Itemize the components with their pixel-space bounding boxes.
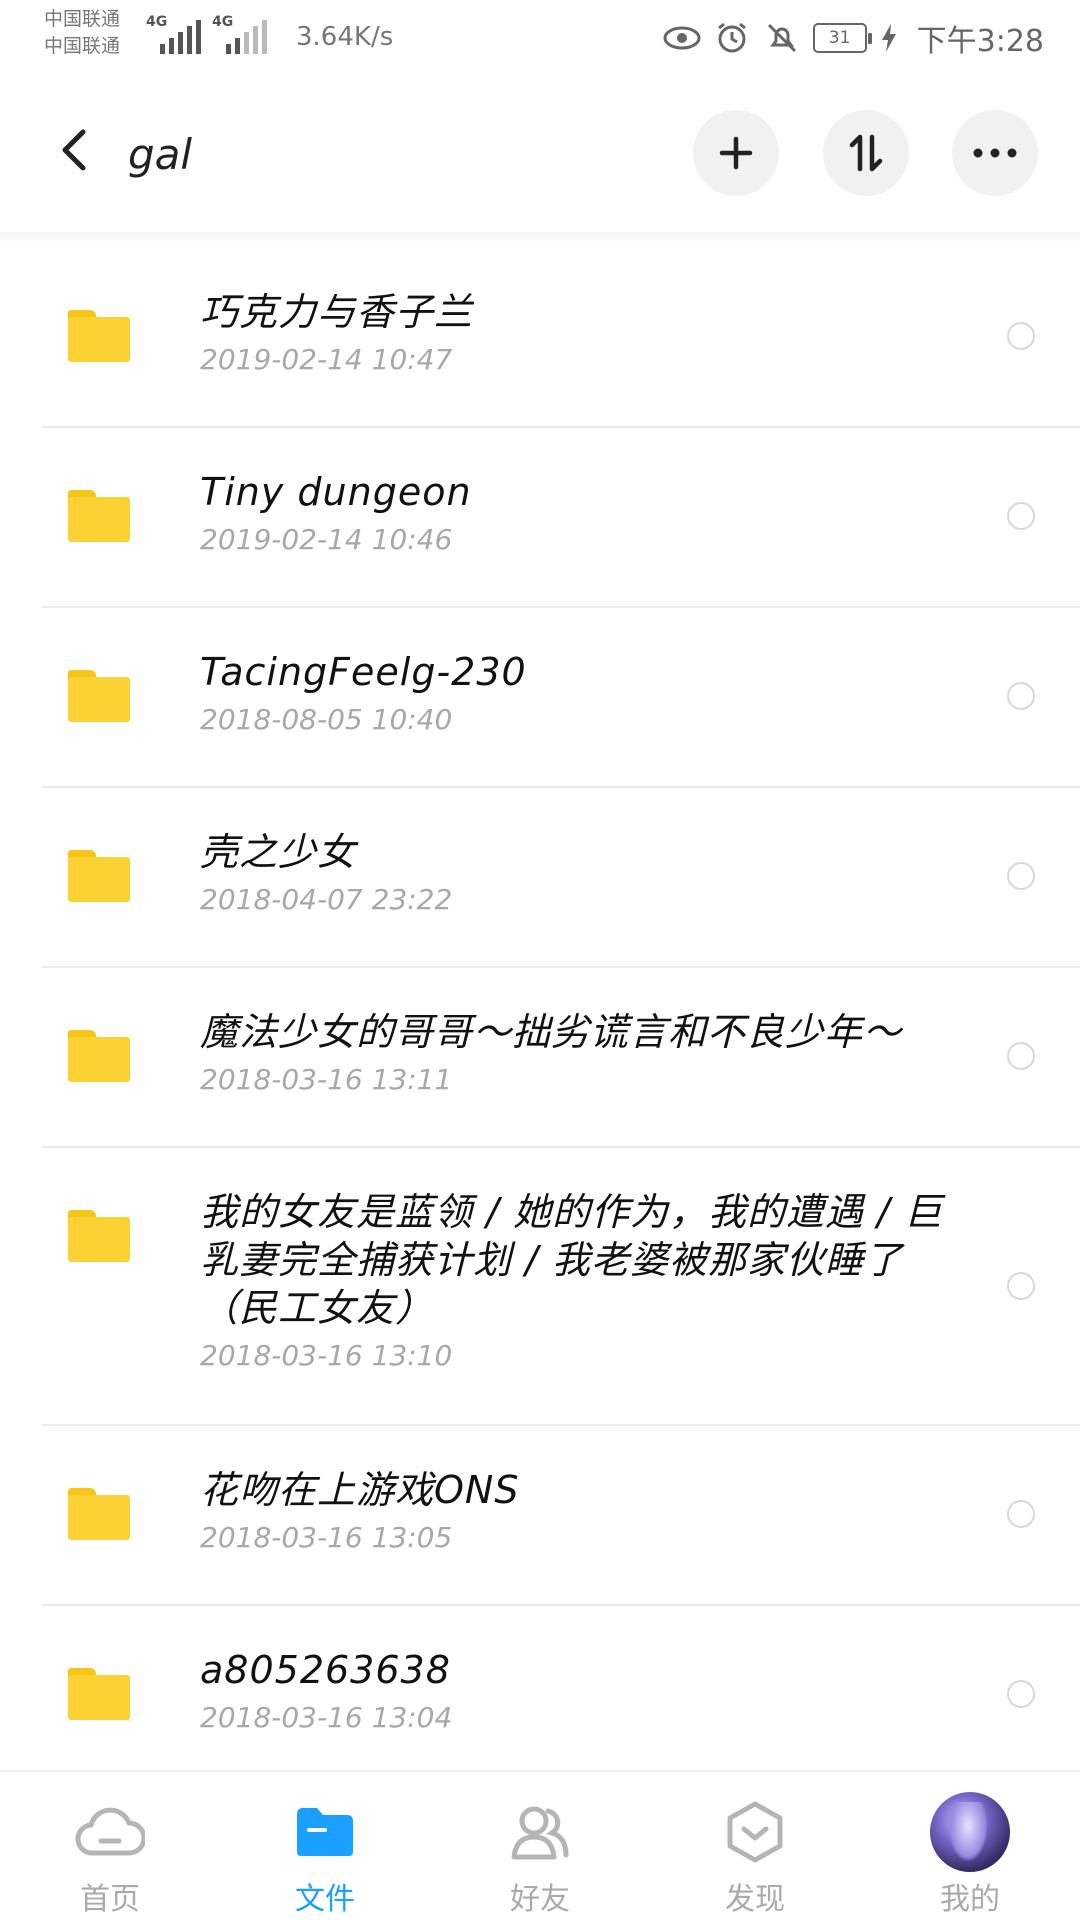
select-radio[interactable] <box>1007 322 1035 350</box>
file-list: 巧克力与香子兰 2019-02-14 10:47 Tiny dungeon 20… <box>0 246 1080 1770</box>
signal-1-icon: 4G <box>146 14 206 54</box>
nav-discover-label: 发现 <box>725 1882 785 1917</box>
list-item[interactable]: 花吻在上游戏ONS 2018-03-16 13:05 <box>0 1424 1080 1606</box>
battery-icon: 31 <box>812 23 872 53</box>
add-button[interactable] <box>693 110 779 196</box>
list-item[interactable]: 壳之少女 2018-04-07 23:22 <box>0 786 1080 968</box>
nav-files[interactable]: 文件 <box>245 1772 405 1920</box>
friends-icon <box>500 1792 580 1872</box>
folder-icon <box>68 1668 130 1720</box>
select-radio[interactable] <box>1007 862 1035 890</box>
carrier-2: 中国联通 <box>44 35 121 57</box>
select-radio[interactable] <box>1007 682 1035 710</box>
file-name: 壳之少女 <box>200 830 357 874</box>
cloud-icon <box>70 1792 150 1872</box>
alarm-icon <box>713 19 751 57</box>
nav-friends[interactable]: 好友 <box>460 1772 620 1920</box>
mute-bell-icon <box>763 19 801 57</box>
nav-friends-label: 好友 <box>510 1882 570 1917</box>
select-radio[interactable] <box>1007 1042 1035 1070</box>
header-divider <box>0 232 1080 244</box>
file-date: 2018-04-07 23:22 <box>200 883 453 916</box>
list-item[interactable]: TacingFeelg-230 2018-08-05 10:40 <box>0 606 1080 788</box>
list-item[interactable]: 巧克力与香子兰 2019-02-14 10:47 <box>0 246 1080 428</box>
folder-icon <box>68 850 130 902</box>
page-title: gal <box>128 130 193 179</box>
top-bar: gal <box>0 76 1080 234</box>
file-name: 魔法少女的哥哥～拙劣谎言和不良少年～ <box>200 1010 903 1054</box>
net-speed: 3.64K/s <box>296 22 394 52</box>
folder-icon <box>68 1210 130 1262</box>
carrier-1: 中国联通 <box>44 8 121 30</box>
folder-active-icon <box>285 1792 365 1872</box>
nav-me-label: 我的 <box>940 1882 1000 1917</box>
nav-discover[interactable]: 发现 <box>675 1772 835 1920</box>
folder-icon <box>68 1488 130 1540</box>
more-dots-icon <box>973 148 1017 158</box>
charging-icon <box>879 19 899 57</box>
file-date: 2019-02-14 10:46 <box>200 523 453 556</box>
select-radio[interactable] <box>1007 1272 1035 1300</box>
folder-icon <box>68 490 130 542</box>
signal-2-icon: 4G <box>212 14 272 54</box>
more-button[interactable] <box>952 110 1038 196</box>
chevron-left-icon <box>62 129 86 171</box>
list-item[interactable]: 魔法少女的哥哥～拙劣谎言和不良少年～ 2018-03-16 13:11 <box>0 966 1080 1148</box>
plus-icon <box>719 136 753 170</box>
clock: 下午3:28 <box>916 24 1044 59</box>
list-item[interactable]: Tiny dungeon 2019-02-14 10:46 <box>0 426 1080 608</box>
file-name: Tiny dungeon <box>200 470 472 514</box>
nav-home[interactable]: 首页 <box>30 1772 190 1920</box>
select-radio[interactable] <box>1007 1680 1035 1708</box>
file-date: 2018-08-05 10:40 <box>200 703 453 736</box>
sort-button[interactable] <box>823 110 909 196</box>
file-date: 2018-03-16 13:05 <box>200 1521 453 1554</box>
back-button[interactable] <box>44 120 104 180</box>
file-date: 2018-03-16 13:10 <box>200 1339 453 1372</box>
file-name: 我的女友是蓝领 / 她的作为，我的遭遇 / 巨乳妻完全捕获计划 / 我老婆被那家… <box>200 1190 943 1330</box>
file-date: 2018-03-16 13:11 <box>200 1063 453 1096</box>
list-item[interactable]: 我的女友是蓝领 / 她的作为，我的遭遇 / 巨乳妻完全捕获计划 / 我老婆被那家… <box>0 1146 1080 1426</box>
folder-icon <box>68 310 130 362</box>
select-radio[interactable] <box>1007 502 1035 530</box>
list-item[interactable]: a805263638 2018-03-16 13:04 <box>0 1604 1080 1770</box>
file-name: a805263638 <box>200 1648 451 1692</box>
avatar <box>930 1792 1010 1872</box>
file-name: TacingFeelg-230 <box>200 650 527 694</box>
file-name: 巧克力与香子兰 <box>200 290 474 334</box>
file-date: 2018-03-16 13:04 <box>200 1701 453 1734</box>
file-name: 花吻在上游戏ONS <box>200 1468 520 1512</box>
folder-icon <box>68 1030 130 1082</box>
discover-icon <box>715 1792 795 1872</box>
carrier-labels: 中国联通 中国联通 <box>44 6 144 60</box>
folder-icon <box>68 670 130 722</box>
sort-icon <box>849 134 883 172</box>
nav-home-label: 首页 <box>80 1882 140 1917</box>
status-right: 31 下午3:28 <box>663 16 1044 60</box>
nav-me[interactable]: 我的 <box>890 1772 1050 1920</box>
bottom-nav: 首页 文件 好友 发现 我的 <box>0 1770 1080 1920</box>
select-radio[interactable] <box>1007 1500 1035 1528</box>
file-date: 2019-02-14 10:47 <box>200 343 453 376</box>
status-bar: 中国联通 中国联通 4G 4G 3.64K/s 31 下午3:28 <box>0 0 1080 76</box>
eye-icon <box>663 19 701 57</box>
nav-files-label: 文件 <box>295 1882 355 1917</box>
